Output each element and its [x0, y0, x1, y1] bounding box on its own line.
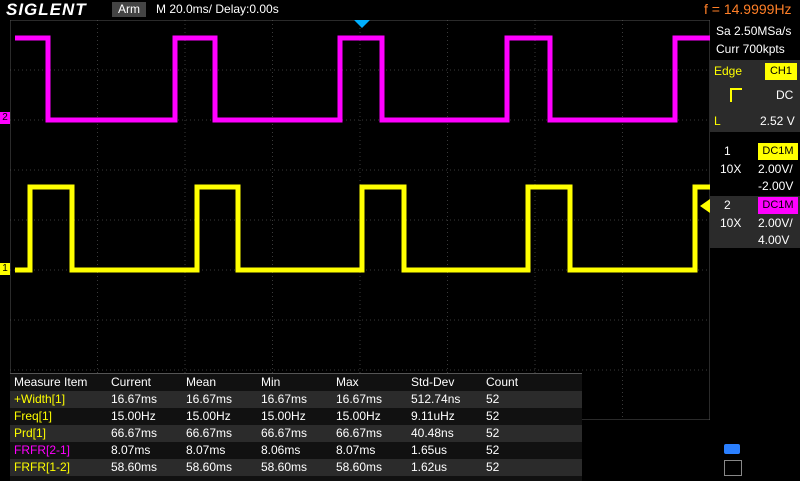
measure-std-dev: 512.74ns	[411, 392, 461, 406]
ch2-offset: 4.00V	[758, 233, 790, 247]
measure-item: Freq[1]	[14, 409, 53, 423]
header-max: Max	[336, 375, 359, 389]
measure-min: 58.60ms	[261, 460, 308, 474]
measure-table: Measure Item Current Mean Min Max Std-De…	[10, 373, 582, 481]
measure-max: 15.00Hz	[336, 409, 381, 423]
rising-edge-icon	[730, 88, 742, 102]
timebase-readout[interactable]: M 20.0ms/ Delay:0.00s	[156, 2, 279, 16]
trigger-source[interactable]: CH1	[765, 63, 797, 80]
ch2-info[interactable]: 2 DC1M 10X 2.00V/ 4.00V	[710, 196, 800, 248]
top-bar: SIGLENT Arm M 20.0ms/ Delay:0.00s f = 14…	[0, 0, 800, 20]
ch2-waveform	[15, 35, 710, 123]
ch2-number: 2	[724, 198, 731, 212]
ch1-coupling: DC1M	[758, 143, 798, 160]
header-current: Current	[111, 375, 152, 389]
trigger-level: 2.52 V	[760, 114, 795, 128]
measure-std-dev: 9.11uHz	[411, 409, 455, 423]
measure-count: 52	[486, 426, 500, 440]
measure-item: FRFR[1-2]	[14, 460, 71, 474]
measure-current: 15.00Hz	[111, 409, 156, 423]
measure-mean: 8.07ms	[186, 443, 226, 457]
measure-row: FRFR[1-2] 58.60ms 58.60ms 58.60ms 58.60m…	[10, 459, 582, 476]
ch1-waveform	[15, 184, 710, 273]
ch1-info[interactable]: 1 DC1M 10X 2.00V/ -2.00V	[710, 142, 800, 194]
memory-depth: Curr 700kpts	[716, 42, 785, 56]
measure-max: 8.07ms	[336, 443, 376, 457]
header-mean: Mean	[186, 375, 217, 389]
frequency-counter: f = 14.9999Hz	[704, 1, 792, 17]
measure-item: +Width[1]	[14, 392, 66, 406]
measure-row: Prd[1] 66.67ms 66.67ms 66.67ms 66.67ms 4…	[10, 425, 582, 442]
side-panel: Sa 2.50MSa/s Curr 700kpts Edge CH1 DC L …	[710, 20, 800, 480]
ch2-coupling: DC1M	[758, 197, 798, 214]
sample-rate: Sa 2.50MSa/s	[716, 24, 792, 38]
usb-icon	[724, 444, 740, 454]
measure-row: FRFR[2-1] 8.07ms 8.07ms 8.06ms 8.07ms 1.…	[10, 442, 582, 459]
ch1-number: 1	[724, 144, 731, 158]
trigger-mode: Edge	[714, 64, 743, 78]
level-label: L	[714, 114, 721, 128]
measure-max: 66.67ms	[336, 426, 383, 440]
measure-min: 66.67ms	[261, 426, 308, 440]
measure-max: 58.60ms	[336, 460, 383, 474]
measure-std-dev: 40.48ns	[411, 426, 454, 440]
measure-max: 16.67ms	[336, 392, 383, 406]
measure-current: 58.60ms	[111, 460, 158, 474]
measure-count: 52	[486, 460, 500, 474]
trigger-position-marker	[354, 20, 370, 28]
measure-count: 52	[486, 392, 500, 406]
measure-current: 66.67ms	[111, 426, 158, 440]
header-min: Min	[261, 375, 281, 389]
measure-mean: 15.00Hz	[186, 409, 231, 423]
measure-row: Freq[1] 15.00Hz 15.00Hz 15.00Hz 15.00Hz …	[10, 408, 582, 425]
ch2-ground-marker[interactable]: 2	[0, 112, 10, 124]
measure-item: Prd[1]	[14, 426, 47, 440]
measure-std-dev: 1.65us	[411, 443, 448, 457]
measure-mean: 66.67ms	[186, 426, 233, 440]
ch1-ground-marker[interactable]: 1	[0, 263, 10, 275]
ch1-offset: -2.00V	[758, 179, 794, 193]
header-count: Count	[486, 375, 519, 389]
measure-current: 16.67ms	[111, 392, 158, 406]
measure-current: 8.07ms	[111, 443, 151, 457]
measure-std-dev: 1.62us	[411, 460, 448, 474]
header-measure-item: Measure Item	[14, 375, 88, 389]
network-icon	[724, 460, 742, 476]
measure-header-row: Measure Item Current Mean Min Max Std-De…	[10, 374, 582, 391]
measure-mean: 16.67ms	[186, 392, 233, 406]
acquisition-status[interactable]: Arm	[112, 2, 146, 17]
trigger-level-marker[interactable]	[700, 199, 710, 213]
measure-count: 52	[486, 409, 500, 423]
measure-min: 8.06ms	[261, 443, 301, 457]
waveform-display[interactable]	[10, 20, 710, 420]
measure-min: 16.67ms	[261, 392, 308, 406]
ch2-scale: 2.00V/	[758, 216, 793, 230]
trigger-box[interactable]: Edge CH1 DC L 2.52 V	[710, 60, 800, 132]
measure-row: +Width[1] 16.67ms 16.67ms 16.67ms 16.67m…	[10, 391, 582, 408]
measure-count: 52	[486, 443, 500, 457]
ch2-probe: 10X	[720, 216, 742, 230]
measure-item: FRFR[2-1]	[14, 443, 71, 457]
ch1-probe: 10X	[720, 162, 742, 176]
header-std-dev: Std-Dev	[411, 375, 455, 389]
trigger-coupling: DC	[776, 88, 794, 102]
ch1-scale: 2.00V/	[758, 162, 793, 176]
measure-min: 15.00Hz	[261, 409, 306, 423]
brand-logo: SIGLENT	[6, 0, 87, 19]
measure-mean: 58.60ms	[186, 460, 233, 474]
